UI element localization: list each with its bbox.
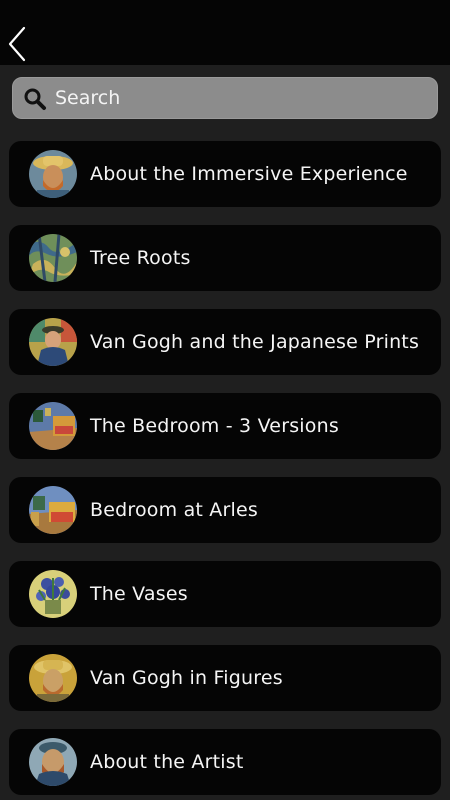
list-item-label: Van Gogh in Figures <box>90 667 283 689</box>
top-bar <box>0 0 450 65</box>
list-item-label: Bedroom at Arles <box>90 499 258 521</box>
thumbnail-image <box>29 234 77 282</box>
list-item-label: About the Artist <box>90 751 244 773</box>
search-input[interactable] <box>55 78 431 118</box>
back-button[interactable] <box>4 22 34 66</box>
search-bar[interactable] <box>12 77 438 119</box>
list-item[interactable]: Van Gogh in Figures <box>9 645 441 711</box>
thumbnail-image <box>29 486 77 534</box>
search-icon <box>24 88 46 110</box>
list-item[interactable]: The Bedroom - 3 Versions <box>9 393 441 459</box>
thumbnail-image <box>29 738 77 786</box>
list-item[interactable]: Tree Roots <box>9 225 441 291</box>
thumbnail-image <box>29 654 77 702</box>
list-item-label: The Bedroom - 3 Versions <box>90 415 339 437</box>
list-item-label: Van Gogh and the Japanese Prints <box>90 331 420 353</box>
list-item[interactable]: Van Gogh and the Japanese Prints <box>9 309 441 375</box>
list-item[interactable]: About the Artist <box>9 729 441 795</box>
list-item[interactable]: About the Immersive Experience <box>9 141 441 207</box>
thumbnail-image <box>29 402 77 450</box>
list-item-label: The Vases <box>90 583 188 605</box>
list-item[interactable]: The Vases <box>9 561 441 627</box>
thumbnail-image <box>29 150 77 198</box>
list-item-label: Tree Roots <box>90 247 191 269</box>
list-item-label: About the Immersive Experience <box>90 163 408 185</box>
thumbnail-image <box>29 318 77 366</box>
thumbnail-image <box>29 570 77 618</box>
chevron-left-icon <box>8 26 26 62</box>
list-item[interactable]: Bedroom at Arles <box>9 477 441 543</box>
